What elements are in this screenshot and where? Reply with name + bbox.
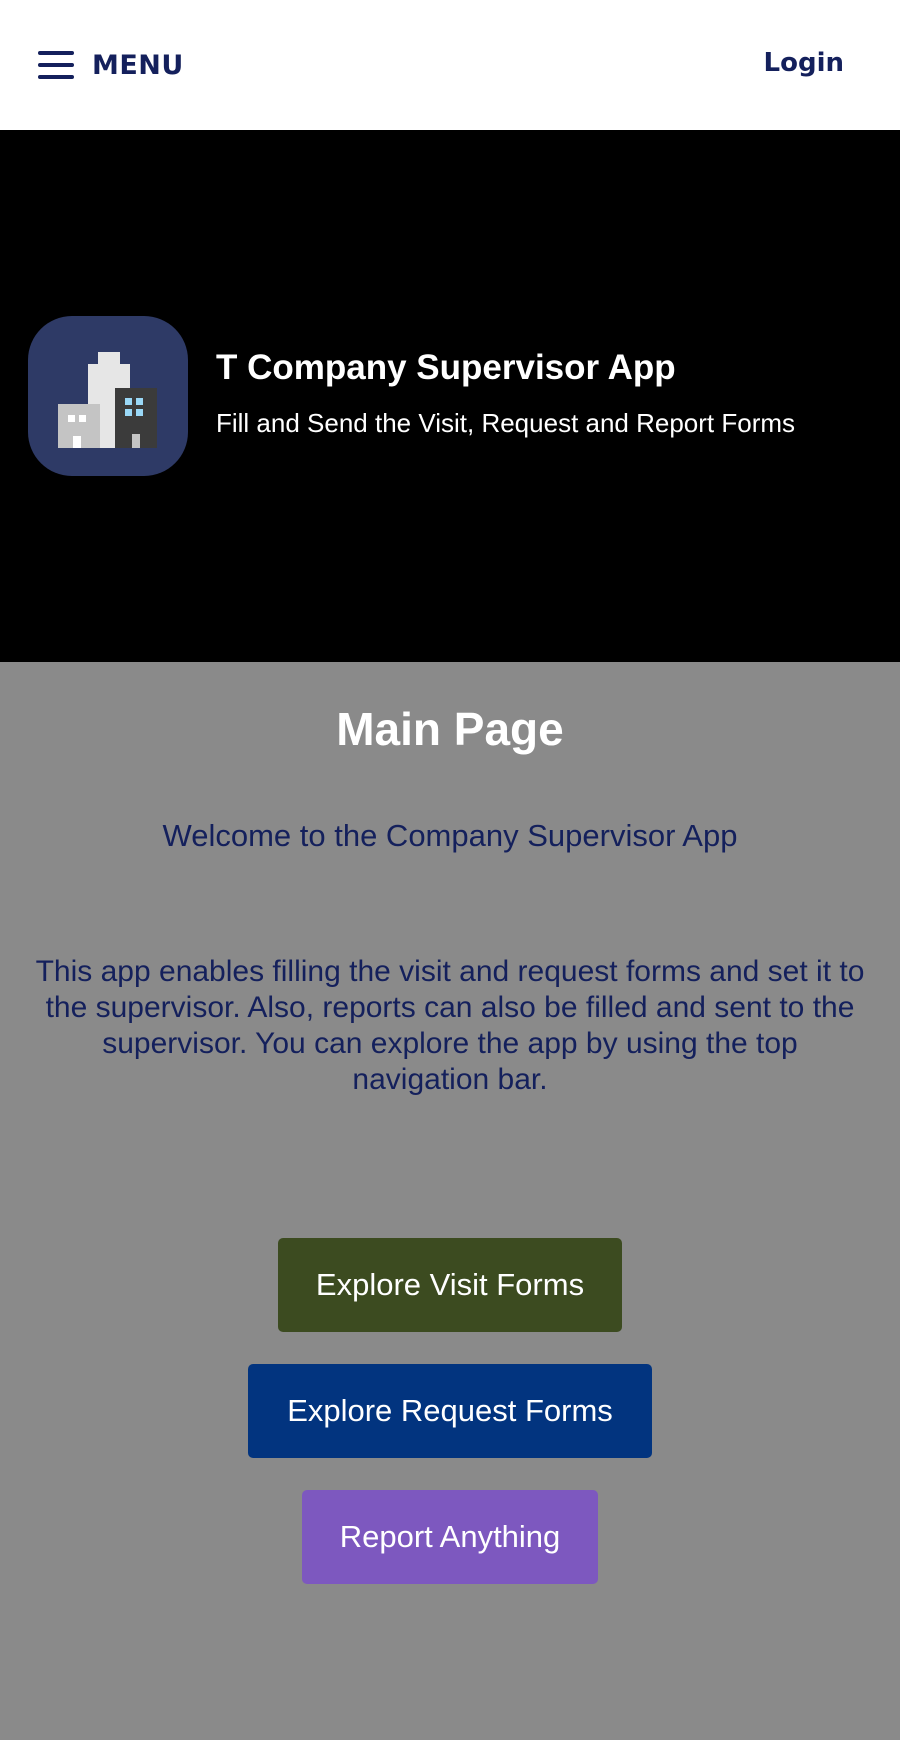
menu-button[interactable]: MENU: [38, 44, 184, 86]
app-title: T Company Supervisor App: [216, 348, 676, 387]
report-anything-button[interactable]: Report Anything: [302, 1490, 598, 1584]
top-navigation-bar: MENU Login: [0, 0, 900, 130]
city-buildings-icon: [28, 316, 188, 476]
app-subtitle: Fill and Send the Visit, Request and Rep…: [216, 408, 796, 438]
explore-visit-forms-button[interactable]: Explore Visit Forms: [278, 1238, 622, 1332]
menu-label[interactable]: MENU: [92, 50, 184, 81]
explore-request-forms-button[interactable]: Explore Request Forms: [248, 1364, 652, 1458]
main-content: Main Page Welcome to the Company Supervi…: [0, 662, 900, 1740]
hero-banner: T Company Supervisor App Fill and Send t…: [0, 130, 900, 662]
welcome-text: Welcome to the Company Supervisor App: [162, 818, 738, 853]
hamburger-menu-icon[interactable]: [38, 51, 74, 79]
login-link[interactable]: Login: [764, 48, 844, 78]
page-title: Main Page: [336, 703, 564, 755]
app-description: This app enables filling the visit and r…: [35, 955, 865, 1096]
